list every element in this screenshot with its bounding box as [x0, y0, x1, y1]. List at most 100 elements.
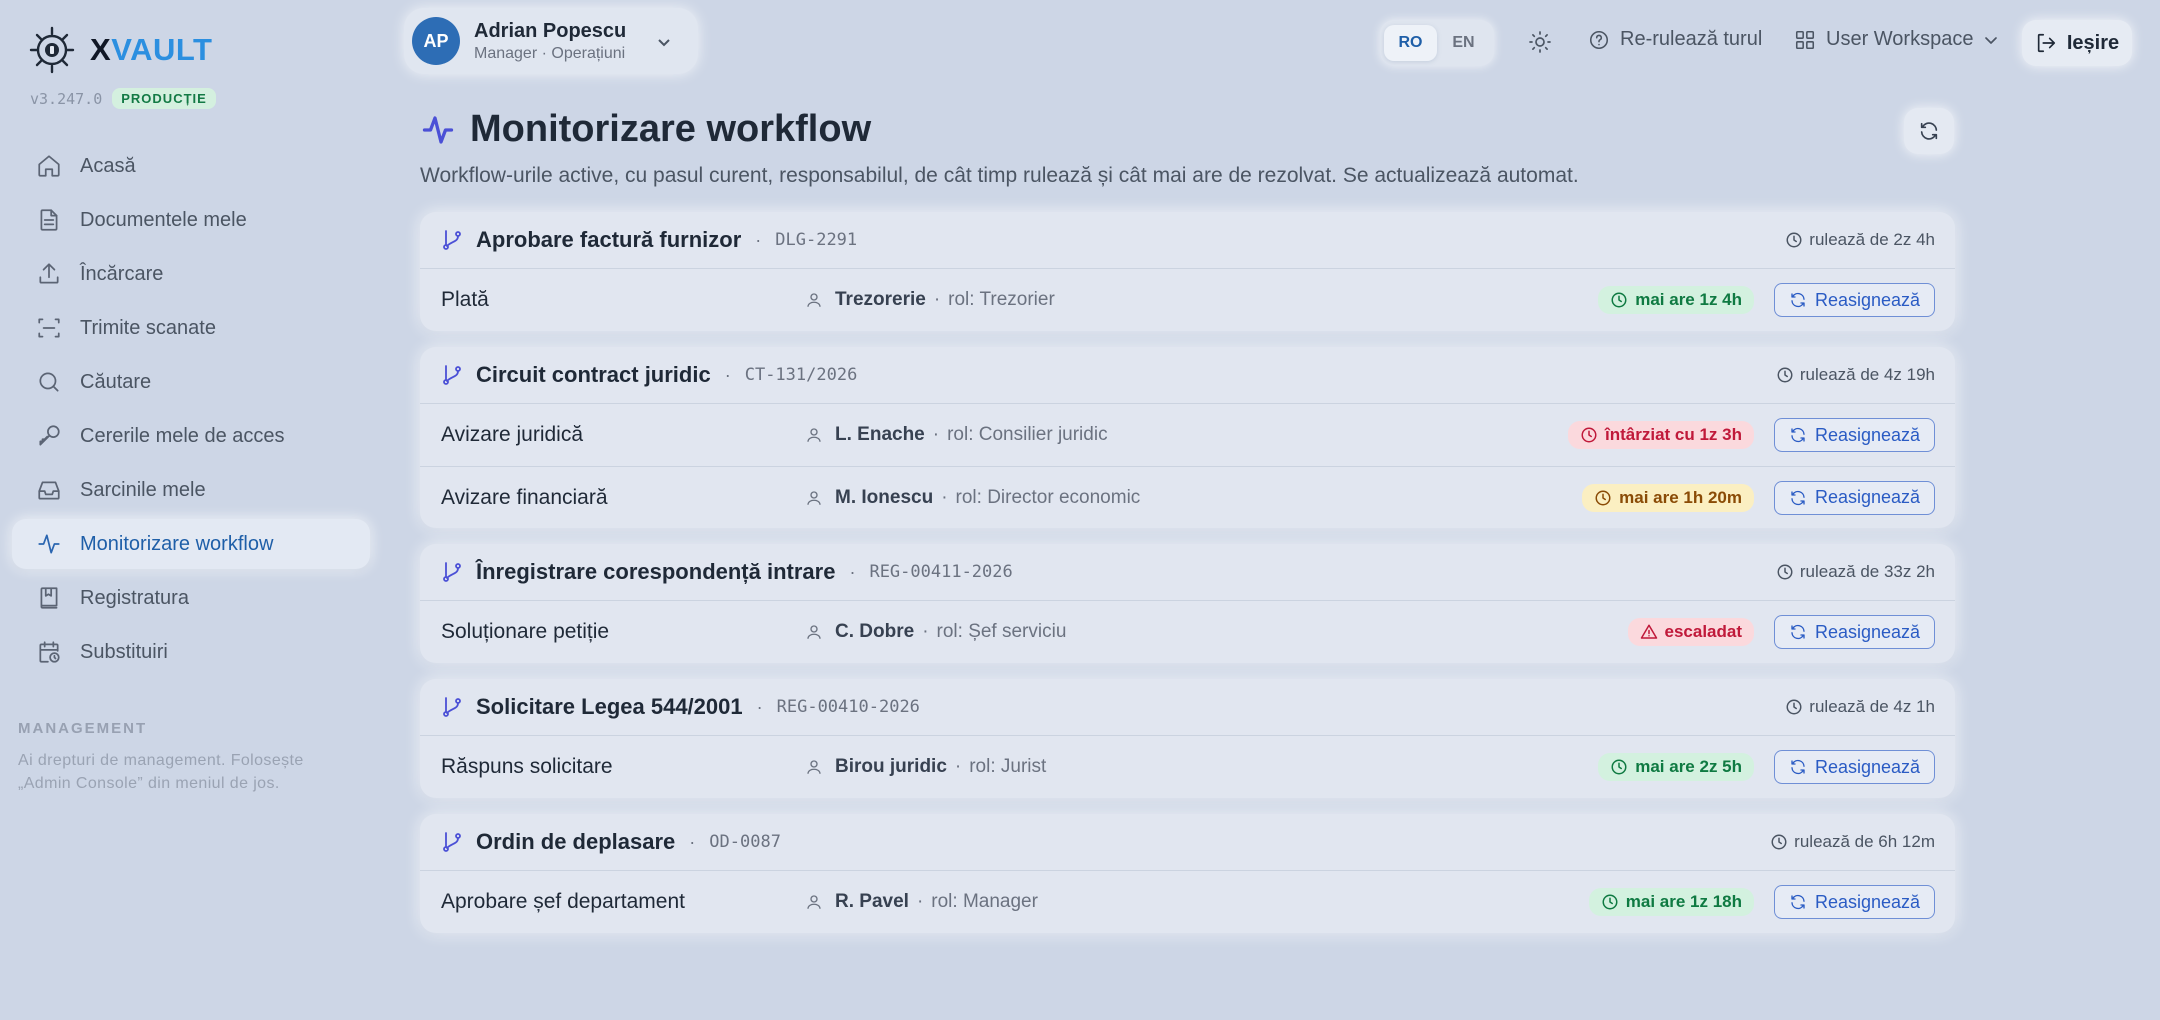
- grid-icon: [1795, 30, 1815, 49]
- sidebar-item-sarcini[interactable]: Sarcinile mele: [12, 465, 370, 515]
- workflow-step-row: Aprobare șef departament R. Pavel · rol: Ma…: [420, 871, 1955, 933]
- step-assignee: L. Enache · rol: Consilier juridic: [805, 424, 1108, 446]
- step-assignee: Trezorerie · rol: Trezorier: [805, 289, 1055, 311]
- sun-icon: [1529, 31, 1551, 53]
- refresh-button[interactable]: [1904, 108, 1954, 154]
- sidebar-item-monitorizare-workflow[interactable]: Monitorizare workflow: [12, 519, 370, 569]
- reassign-button[interactable]: Reasignează: [1774, 418, 1935, 452]
- separator-dot: ·: [849, 561, 856, 582]
- running-duration: rulează de 2z 4h: [1785, 230, 1935, 250]
- sidebar-item-label: Cererile mele de acces: [80, 424, 285, 447]
- user-icon: [807, 428, 821, 442]
- status-badge-label: întârziat cu 1z 3h: [1605, 425, 1742, 444]
- clock-icon: [1602, 894, 1618, 910]
- workflow-list: Aprobare factură furnizor · DLG-2291 ruleaz…: [420, 212, 1955, 949]
- sidebar-item-incarcare[interactable]: Încărcare: [12, 249, 370, 299]
- sidebar-item-acasa[interactable]: Acasă: [12, 141, 370, 191]
- user-icon: [807, 293, 821, 307]
- user-icon: [807, 760, 821, 774]
- sidebar-item-substituiri[interactable]: Substituiri: [12, 627, 370, 677]
- reassign-button[interactable]: Reasignează: [1774, 480, 1935, 515]
- home-icon: [38, 155, 60, 177]
- management-title: MANAGEMENT: [18, 720, 148, 737]
- management-note: Ai drepturi de management. Folosește „Ad…: [18, 752, 304, 792]
- workspace-switcher[interactable]: User Workspace: [1794, 28, 1999, 51]
- assignee-role: rol: Jurist: [969, 756, 1047, 777]
- user-info: Adrian Popescu Manager · Operațiuni: [474, 20, 626, 63]
- workflow-title[interactable]: Solicitare Legea 544/2001: [476, 694, 743, 720]
- sidebar-item-label: Documentele mele: [80, 208, 247, 231]
- status-badge-label: mai are 1h 20m: [1619, 487, 1742, 507]
- env-badge: PRODUCȚIE: [112, 88, 216, 109]
- git-branch-icon: [443, 562, 461, 582]
- step-assignee: Birou juridic · rol: Jurist: [805, 756, 1046, 778]
- scan-icon: [38, 318, 60, 338]
- status-badge-label: mai are 2z 5h: [1635, 757, 1742, 776]
- lang-en-button[interactable]: EN: [1437, 25, 1490, 61]
- reassign-button[interactable]: Reasignează: [1774, 283, 1935, 317]
- workflow-step-row: Plată Trezorerie · rol: Trezorier mai are 1z…: [420, 269, 1955, 331]
- sidebar-item-scanate[interactable]: Trimite scanate: [12, 303, 370, 353]
- sidebar-item-label: Acasă: [80, 154, 136, 177]
- step-name: Avizare financiară: [441, 485, 608, 509]
- sidebar-item-registratura[interactable]: Registratura: [12, 573, 370, 623]
- assignee-name: Trezorerie: [835, 289, 926, 310]
- workflow-title[interactable]: Aprobare factură furnizor: [476, 227, 741, 253]
- status-badge: mai are 2z 5h: [1598, 753, 1754, 781]
- refresh-icon: [1791, 427, 1805, 443]
- sidebar-item-label: Substituiri: [80, 640, 168, 663]
- sidebar-item-documente[interactable]: Documentele mele: [12, 195, 370, 245]
- management-section: MANAGEMENT Ai drepturi de management. Fo…: [18, 720, 338, 795]
- rerun-tour-button[interactable]: Re-rulează turul: [1588, 28, 1762, 51]
- step-assignee: R. Pavel · rol: Manager: [805, 891, 1038, 913]
- brand-logo[interactable]: XVAULT: [28, 24, 212, 76]
- reassign-label: Reasignează: [1814, 289, 1921, 310]
- reassign-label: Reasignează: [1814, 424, 1921, 445]
- clock-icon: [1611, 759, 1627, 775]
- workflow-card-header: Ordin de deplasare · OD-0087 rulează de 6h …: [420, 814, 1955, 871]
- theme-toggle-button[interactable]: [1528, 30, 1552, 54]
- status-badge-label: mai are 1z 18h: [1625, 892, 1742, 911]
- key-icon: [39, 425, 60, 446]
- sidebar-item-cautare[interactable]: Căutare: [12, 357, 370, 407]
- logout-button[interactable]: Ieșire: [2022, 20, 2132, 66]
- workflow-card-header: Solicitare Legea 544/2001 · REG-00410-2026…: [420, 679, 1955, 736]
- workflow-card-header: Înregistrare corespondență intrare · REG-0…: [420, 544, 1955, 601]
- step-name: Răspuns solicitare: [441, 755, 613, 778]
- running-duration: rulează de 33z 2h: [1776, 562, 1935, 582]
- workflow-code: CT-131/2026: [744, 365, 858, 385]
- calendar-clock-icon: [39, 641, 60, 663]
- workflow-title[interactable]: Înregistrare corespondență intrare: [476, 559, 835, 585]
- status-badge: mai are 1z 4h: [1598, 286, 1754, 314]
- refresh-icon: [1791, 894, 1805, 910]
- workflow-title[interactable]: Ordin de deplasare: [476, 829, 675, 855]
- step-assignee: C. Dobre · rol: Șef serviciu: [805, 621, 1066, 643]
- lang-ro-button[interactable]: RO: [1384, 25, 1437, 61]
- page-subtitle: Workflow-urile active, cu pasul curent, …: [420, 164, 1579, 187]
- user-menu[interactable]: AP Adrian Popescu Manager · Operațiuni: [404, 8, 698, 74]
- page-title: Monitorizare workflow: [470, 108, 872, 150]
- separator-dot: ·: [756, 696, 763, 717]
- refresh-icon: [1920, 122, 1938, 140]
- running-duration-label: rulează de 4z 19h: [1799, 365, 1935, 384]
- step-name: Aprobare șef departament: [441, 890, 685, 913]
- workspace-label: User Workspace: [1826, 28, 1974, 50]
- workflow-title[interactable]: Circuit contract juridic: [476, 362, 711, 388]
- inbox-icon: [38, 481, 60, 500]
- reassign-button[interactable]: Reasignează: [1774, 750, 1935, 784]
- reassign-button[interactable]: Reasignează: [1774, 885, 1935, 919]
- upload-icon: [39, 263, 59, 284]
- reassign-button[interactable]: Reasignează: [1774, 615, 1935, 649]
- assignee-name: M. Ionescu: [835, 486, 934, 508]
- separator-dot: ·: [755, 229, 762, 250]
- sidebar-item-cereri-acces[interactable]: Cererile mele de acces: [12, 411, 370, 461]
- clock-icon: [1611, 292, 1627, 308]
- sidebar-item-label: Trimite scanate: [80, 316, 216, 339]
- assignee-role: rol: Director economic: [955, 486, 1141, 508]
- workflow-step-row: Avizare financiară M. Ionescu · rol: Direct…: [420, 466, 1955, 528]
- running-duration: rulează de 6h 12m: [1770, 832, 1935, 852]
- status-badge: mai are 1z 18h: [1588, 888, 1754, 916]
- separator-dot: ·: [916, 891, 924, 912]
- git-branch-icon: [443, 832, 461, 852]
- clock-icon: [1786, 699, 1802, 715]
